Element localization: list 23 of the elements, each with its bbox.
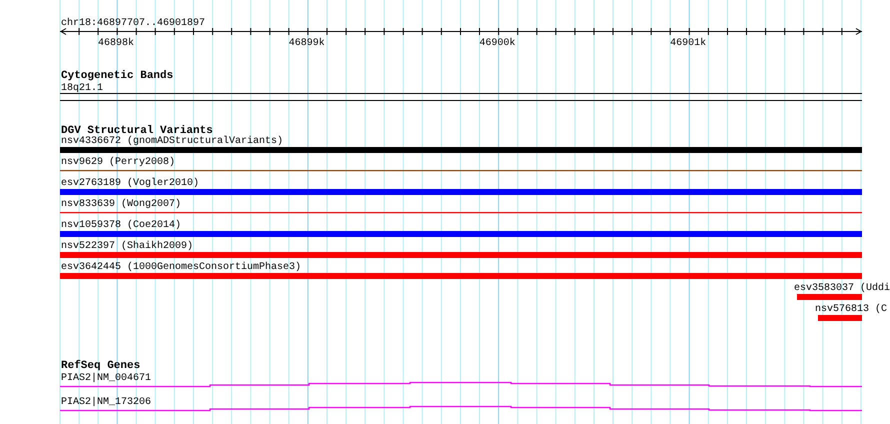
gene-label[interactable]: PIAS2|NM_173206 [61,397,152,408]
feature-label[interactable]: nsv833639 (Wong2007) [61,199,182,210]
feature-label[interactable]: nsv4336672 (gnomADStructuralVariants) [61,136,284,147]
tick-label: 46899k [288,38,325,49]
tick-label: 46898k [98,38,134,49]
feature-label[interactable]: esv2763189 (Vogler2010) [61,178,200,189]
gene-model-drawing[interactable] [60,382,862,388]
feature-label[interactable]: esv3583037 (Uddi [794,283,890,294]
band-label[interactable]: 18q21.1 [61,83,104,94]
tick-label: 46900k [479,38,516,49]
cytoband-drawing[interactable] [60,93,862,101]
track-title: DGV Structural Variants [61,125,213,137]
feature-label[interactable]: nsv576813 (C [815,304,888,315]
track-title: Cytogenetic Bands [61,70,174,82]
feature-label[interactable]: nsv522397 (Shaikh2009) [61,241,194,252]
track-title: RefSeq Genes [61,360,140,372]
gene-label[interactable]: PIAS2|NM_004671 [61,373,152,384]
tick-label: 46901k [670,38,706,49]
feature-label[interactable]: esv3642445 (1000GenomesConsortiumPhase3) [61,262,302,273]
feature-label[interactable]: nsv9629 (Perry2008) [61,157,176,168]
location-label: chr18:46897707..46901897 [61,18,206,29]
gene-model-drawing[interactable] [60,406,862,412]
feature-label[interactable]: nsv1059378 (Coe2014) [61,220,182,231]
